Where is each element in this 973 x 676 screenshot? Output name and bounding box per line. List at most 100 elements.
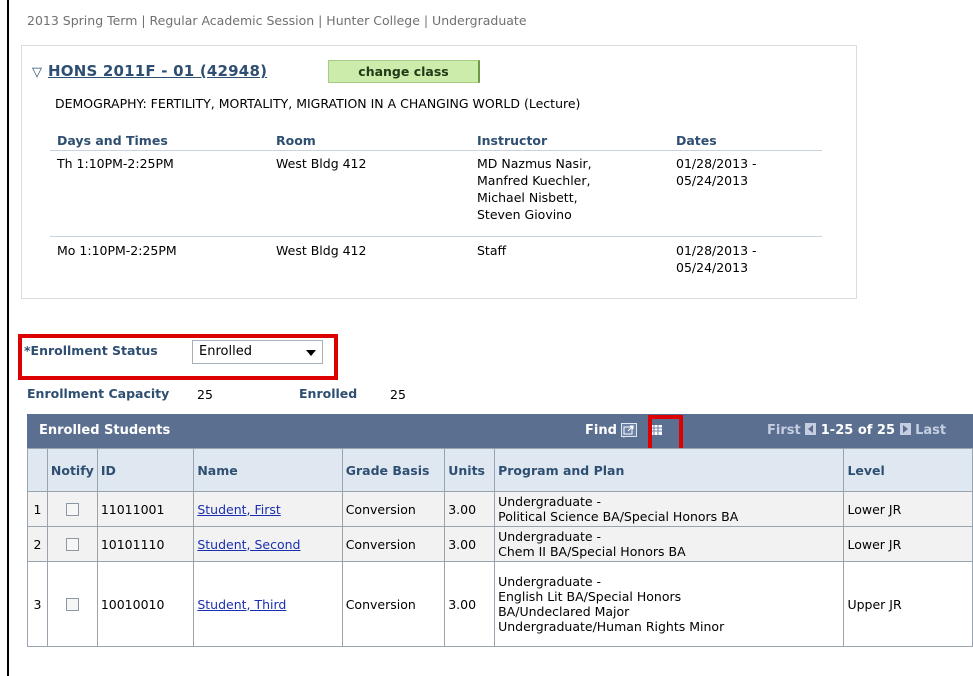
meeting-header-instructor: Instructor	[477, 133, 548, 148]
instructor-name: Steven Giovino	[477, 207, 572, 222]
term-breadcrumb: 2013 Spring Term | Regular Academic Sess…	[27, 13, 527, 28]
date-start: 01/28/2013 -	[676, 156, 757, 171]
enrollment-capacity-label: Enrollment Capacity	[27, 386, 170, 401]
name-cell: Student, Second	[193, 526, 343, 562]
enrollment-status-label: *Enrollment Status	[24, 343, 158, 358]
notify-cell	[46, 561, 98, 647]
class-description: DEMOGRAPHY: FERTILITY, MORTALITY, MIGRAT…	[55, 96, 581, 111]
name-cell: Student, Third	[193, 561, 343, 647]
student-name-link[interactable]: Student, Second	[197, 537, 300, 552]
table-row: 1 11011001 Student, First Conversion 3.0…	[27, 491, 973, 527]
class-title-row: ▽ HONS 2011F - 01 (42948)	[32, 62, 267, 80]
prev-arrow-glyph	[808, 425, 814, 433]
col-header-level[interactable]: Level	[843, 448, 973, 492]
enrolled-students-table: Notify ID Name Grade Basis Units Program…	[27, 448, 973, 647]
row-number: 2	[27, 526, 48, 562]
units: 3.00	[444, 491, 496, 527]
enrolled-count-label: Enrolled	[299, 386, 358, 401]
col-header-id[interactable]: ID	[96, 448, 195, 492]
meeting-2-room: West Bldg 412	[276, 243, 367, 258]
instructor-name: Michael Nisbett,	[477, 190, 578, 205]
notify-checkbox[interactable]	[65, 537, 79, 551]
level: Lower JR	[843, 491, 973, 527]
student-id: 10101110	[96, 526, 195, 562]
program-line: English Lit BA/Special Honors	[498, 589, 682, 604]
col-header-units[interactable]: Units	[444, 448, 496, 492]
meeting-header-dates: Dates	[676, 133, 717, 148]
table-row: 2 10101110 Student, Second Conversion 3.…	[27, 526, 973, 562]
date-end: 05/24/2013	[676, 260, 749, 275]
meeting-1-days-times: Th 1:10PM-2:25PM	[57, 156, 174, 171]
grid-title: Enrolled Students	[39, 423, 171, 438]
new-window-icon[interactable]	[621, 423, 637, 437]
triangle-down-icon[interactable]: ▽	[32, 65, 42, 80]
program-line: Undergraduate -	[498, 494, 602, 509]
notify-cell	[46, 526, 98, 562]
meeting-1-room: West Bldg 412	[276, 156, 367, 171]
notify-cell	[46, 491, 98, 527]
student-id: 10010010	[96, 561, 195, 647]
range-label: 1-25 of 25	[820, 423, 896, 438]
program-line: Undergraduate -	[498, 529, 602, 544]
student-name-link[interactable]: Student, Third	[197, 597, 286, 612]
enrolled-students-header: Enrolled Students Find | First 1-25 of 2…	[27, 414, 973, 448]
date-end: 05/24/2013	[676, 173, 749, 188]
row-number: 3	[27, 561, 48, 647]
col-header-rownum	[27, 448, 48, 492]
level: Lower JR	[843, 526, 973, 562]
grade-basis: Conversion	[341, 526, 446, 562]
name-cell: Student, First	[193, 491, 343, 527]
table-row: 3 10010010 Student, Third Conversion 3.0…	[27, 561, 973, 647]
grade-basis: Conversion	[341, 491, 446, 527]
col-header-name[interactable]: Name	[193, 448, 343, 492]
units: 3.00	[444, 561, 496, 647]
instructor-name: Staff	[477, 243, 507, 258]
program-plan: Undergraduate - Chem II BA/Special Honor…	[494, 526, 845, 562]
meeting-header-divider	[50, 150, 822, 151]
units: 3.00	[444, 526, 496, 562]
meeting-row-divider	[50, 236, 822, 237]
last-link[interactable]: Last	[915, 423, 946, 438]
program-line: Chem II BA/Special Honors BA	[498, 544, 686, 559]
student-id: 11011001	[96, 491, 195, 527]
notify-checkbox[interactable]	[65, 502, 79, 516]
enrollment-status-select[interactable]: Enrolled	[192, 340, 323, 364]
program-plan: Undergraduate - Political Science BA/Spe…	[494, 491, 845, 527]
col-header-notify[interactable]: Notify	[46, 448, 98, 492]
program-line: Political Science BA/Special Honors BA	[498, 509, 739, 524]
change-class-button[interactable]: change class	[328, 60, 480, 83]
meeting-header-days: Days and Times	[57, 133, 168, 148]
meeting-2-days-times: Mo 1:10PM-2:25PM	[57, 243, 177, 258]
meeting-2-dates: 01/28/2013 - 05/24/2013	[676, 242, 757, 276]
meeting-header-room: Room	[276, 133, 316, 148]
find-label: Find	[585, 423, 617, 438]
first-link[interactable]: First	[767, 423, 801, 438]
date-start: 01/28/2013 -	[676, 243, 757, 258]
notify-checkbox[interactable]	[65, 597, 79, 611]
meeting-1-instructors: MD Nazmus Nasir, Manfred Kuechler, Micha…	[477, 155, 592, 223]
left-border-line	[7, 0, 9, 676]
col-header-program-plan[interactable]: Program and Plan	[494, 448, 845, 492]
next-arrow-glyph	[902, 425, 908, 433]
grade-basis: Conversion	[341, 561, 446, 647]
level: Upper JR	[843, 561, 973, 647]
program-line: Undergraduate/Human Rights Minor	[498, 619, 725, 634]
meeting-1-dates: 01/28/2013 - 05/24/2013	[676, 155, 757, 189]
program-line: Undergraduate -	[498, 574, 602, 589]
find-link[interactable]: Find |	[585, 423, 626, 438]
student-name-link[interactable]: Student, First	[197, 502, 280, 517]
next-arrow-icon[interactable]	[899, 423, 911, 435]
instructor-name: MD Nazmus Nasir,	[477, 156, 592, 171]
pagination-nav: First 1-25 of 25 Last	[767, 423, 946, 438]
meeting-2-instructors: Staff	[477, 242, 506, 259]
col-header-grade-basis[interactable]: Grade Basis	[341, 448, 446, 492]
chevron-down-icon	[306, 350, 316, 356]
enrollment-status-value: Enrolled	[199, 344, 252, 359]
table-header-row: Notify ID Name Grade Basis Units Program…	[27, 448, 973, 492]
class-link[interactable]: HONS 2011F - 01 (42948)	[48, 62, 267, 80]
program-line: BA/Undeclared Major	[498, 604, 630, 619]
row-number: 1	[27, 491, 48, 527]
enrolled-count-value: 25	[390, 387, 406, 402]
instructor-name: Manfred Kuechler,	[477, 173, 591, 188]
prev-arrow-icon[interactable]	[805, 423, 817, 435]
